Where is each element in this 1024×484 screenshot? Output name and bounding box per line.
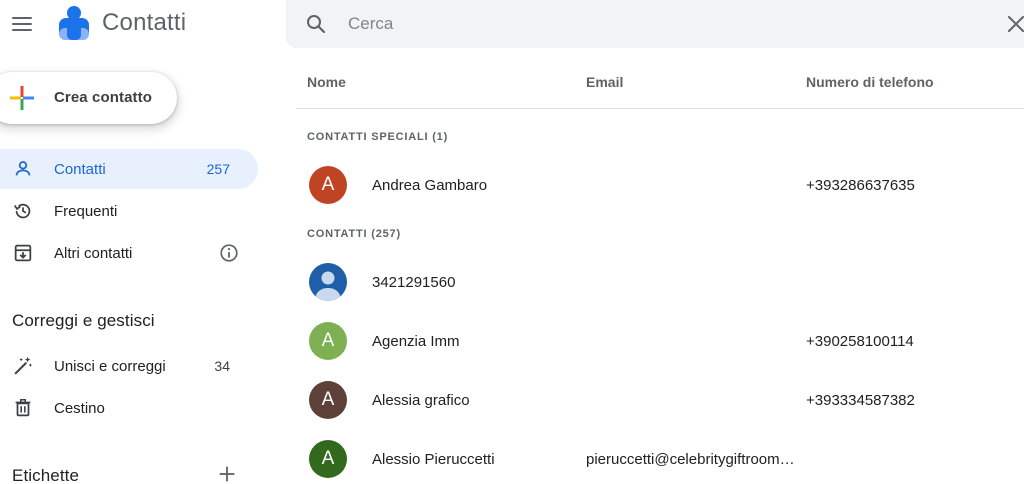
trash-icon (15, 399, 31, 417)
contact-name: Alessio Pieruccetti (372, 451, 495, 468)
contact-phone: +390258100114 (806, 333, 914, 350)
plus-icon (10, 86, 34, 110)
merge-count: 34 (214, 358, 230, 374)
main-menu-button[interactable] (10, 12, 34, 36)
contact-phone: +393286637635 (806, 177, 915, 194)
column-header-email: Email (586, 74, 624, 90)
contact-email: pieruccetti@celebritygiftroom… (586, 451, 795, 468)
labels-section-title: Etichette (12, 466, 80, 484)
avatar: A (309, 166, 347, 204)
contact-name: Agenzia Imm (372, 333, 460, 350)
table-row[interactable]: A Alessia grafico +393334587382 (296, 372, 1024, 428)
person-icon (15, 161, 31, 176)
magic-wand-icon (14, 356, 33, 375)
sidebar-item-unisci-correggi[interactable]: Unisci e correggi 34 (0, 346, 258, 386)
header-divider (296, 108, 1024, 109)
create-contact-label: Crea contatto (54, 89, 152, 106)
avatar-photo (309, 263, 347, 301)
sidebar-item-label: Frequenti (54, 203, 118, 220)
table-row[interactable]: A Andrea Gambaro +393286637635 (296, 157, 1024, 213)
sidebar-item-contatti[interactable]: Contatti 257 (0, 149, 258, 189)
create-contact-button[interactable]: Crea contatto (0, 72, 177, 124)
history-icon (14, 203, 31, 219)
add-label-icon[interactable] (216, 463, 238, 484)
contacts-logo-icon (59, 6, 89, 40)
avatar: A (309, 322, 347, 360)
search-input[interactable] (348, 10, 948, 38)
app-title: Contatti (102, 9, 187, 36)
archive-icon (14, 244, 32, 262)
contacts-group-header: CONTATTI (257) (307, 228, 401, 240)
table-row[interactable]: 3421291560 (296, 254, 1024, 310)
sidebar-item-label: Altri contatti (54, 245, 133, 262)
sidebar-item-cestino[interactable]: Cestino (0, 388, 258, 428)
avatar: A (309, 440, 347, 478)
contact-phone: +393334587382 (806, 392, 915, 409)
column-header-phone: Numero di telefono (806, 74, 934, 90)
close-icon[interactable] (1004, 12, 1024, 36)
sidebar-item-label: Cestino (54, 400, 105, 417)
table-row[interactable]: A Alessio Pieruccetti pieruccetti@celebr… (296, 431, 1024, 484)
sidebar-item-frequenti[interactable]: Frequenti (0, 191, 258, 231)
contacts-count: 257 (206, 161, 230, 177)
sidebar-item-label: Contatti (54, 161, 106, 178)
starred-group-header: CONTATTI SPECIALI (1) (307, 131, 449, 143)
contact-name: Alessia grafico (372, 392, 470, 409)
column-header-name[interactable]: Nome (307, 74, 346, 90)
avatar: A (309, 381, 347, 419)
search-icon[interactable] (304, 12, 328, 36)
table-row[interactable]: A Agenzia Imm +390258100114 (296, 313, 1024, 369)
default-avatar-icon (315, 271, 341, 301)
contact-name: 3421291560 (372, 274, 456, 291)
sidebar-item-label: Unisci e correggi (54, 358, 166, 375)
contact-name: Andrea Gambaro (372, 177, 488, 194)
info-icon[interactable] (218, 242, 240, 264)
manage-section-title: Correggi e gestisci (12, 311, 155, 330)
